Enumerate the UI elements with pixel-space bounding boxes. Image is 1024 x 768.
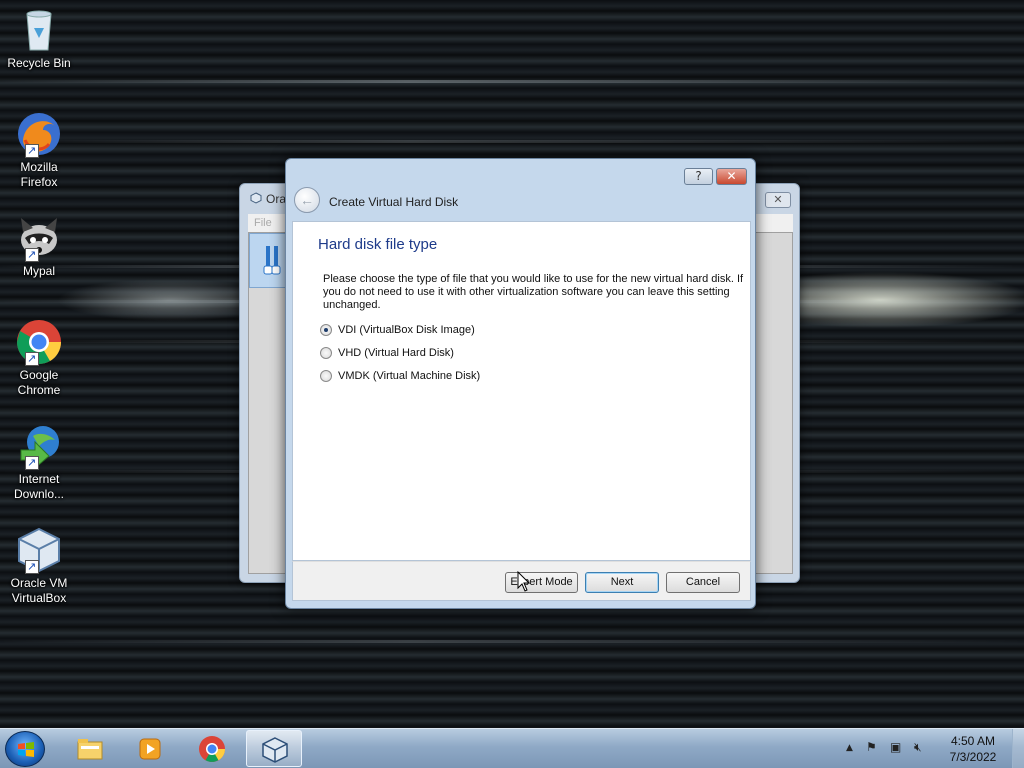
window-title: Ora (250, 192, 286, 206)
desktop-icon-label: Mypal (22, 264, 55, 278)
volume-muted-icon[interactable]: 🔇︎ (914, 740, 922, 755)
radio-vhd[interactable]: VHD (Virtual Hard Disk) (320, 346, 454, 360)
system-tray: ▲ ⚑ ▣ 🔇︎ 4:50 AM 7/3/2022 (840, 729, 1024, 768)
firefox-icon (15, 110, 63, 158)
recycle-bin-icon (15, 6, 63, 54)
taskbar-media-player[interactable] (122, 730, 178, 767)
radio-vmdk[interactable]: VMDK (Virtual Machine Disk) (320, 369, 480, 383)
windows-logo-icon (18, 742, 34, 757)
shortcut-arrow-icon (25, 143, 39, 158)
expert-mode-button[interactable]: Expert Mode (505, 572, 578, 593)
desktop-icon-recycle-bin[interactable]: Recycle Bin (4, 6, 74, 71)
dialog-title: Create Virtual Hard Disk (329, 195, 459, 209)
dialog-header: ← Create Virtual Hard Disk (292, 185, 751, 221)
page-heading: Hard disk file type (318, 236, 438, 253)
taskbar-virtualbox[interactable] (246, 730, 302, 767)
clock-time: 4:50 AM (950, 734, 996, 748)
radio-vdi[interactable]: VDI (VirtualBox Disk Image) (320, 323, 475, 337)
virtualbox-icon (15, 526, 63, 574)
description-text: Please choose the type of file that you … (323, 273, 744, 311)
media-player-icon (139, 738, 161, 760)
desktop-icon-label: Mozilla Firefox (20, 160, 58, 189)
desktop-icon-label: Recycle Bin (7, 56, 71, 70)
close-button[interactable]: ✕ (716, 168, 747, 185)
desktop-icon-label: Google Chrome (17, 368, 61, 397)
dialog-content: Hard disk file type Please choose the ty… (292, 221, 751, 561)
chrome-icon (15, 318, 63, 366)
create-virtual-hard-disk-dialog[interactable]: ? ✕ ← Create Virtual Hard Disk Hard disk… (285, 158, 756, 609)
radio-button-checked[interactable] (320, 324, 332, 337)
desktop-icon-label: Oracle VM VirtualBox (10, 576, 68, 605)
shortcut-arrow-icon (25, 247, 39, 262)
internet-download-manager-icon (15, 422, 63, 470)
desktop-icon-virtualbox[interactable]: Oracle VM VirtualBox (4, 526, 74, 606)
desktop-icon-internet-download-manager[interactable]: Internet Downlo... (4, 422, 74, 502)
radio-label: VHD (Virtual Hard Disk) (338, 347, 454, 359)
clock[interactable]: 4:50 AM 7/3/2022 (940, 733, 1006, 765)
shortcut-arrow-icon (25, 455, 39, 470)
action-center-flag-icon[interactable]: ⚑ (866, 740, 877, 754)
desktop-icon-mypal[interactable]: Mypal (4, 214, 74, 279)
radio-button[interactable] (320, 347, 332, 360)
close-button[interactable]: ✕ (765, 192, 791, 208)
taskbar: ▲ ⚑ ▣ 🔇︎ 4:50 AM 7/3/2022 (0, 728, 1024, 768)
virtualbox-icon (250, 192, 262, 204)
network-icon[interactable]: ▣ (890, 740, 901, 754)
radio-button[interactable] (320, 370, 332, 383)
desktop-icon-chrome[interactable]: Google Chrome (4, 318, 74, 398)
mypal-icon (15, 214, 63, 262)
shortcut-arrow-icon (25, 559, 39, 574)
show-desktop-button[interactable] (1012, 729, 1024, 768)
show-hidden-icons-icon[interactable]: ▲ (846, 743, 853, 753)
virtualbox-icon (262, 737, 288, 763)
shortcut-arrow-icon (25, 351, 39, 366)
radio-label: VMDK (Virtual Machine Disk) (338, 370, 481, 382)
desktop-icon-label: Internet Downlo... (13, 472, 65, 501)
back-arrow-icon[interactable]: ← (294, 187, 320, 213)
taskbar-chrome[interactable] (184, 730, 240, 767)
windows-explorer-icon (77, 739, 103, 760)
radio-label: VDI (VirtualBox Disk Image) (338, 324, 475, 336)
next-button[interactable]: Next (585, 572, 659, 593)
start-button[interactable] (5, 731, 45, 767)
clock-date: 7/3/2022 (949, 750, 997, 764)
taskbar-windows-explorer[interactable] (62, 730, 118, 767)
chrome-icon (199, 736, 226, 762)
desktop-icon-firefox[interactable]: Mozilla Firefox (4, 110, 74, 190)
cancel-button[interactable]: Cancel (666, 572, 740, 593)
help-button[interactable]: ? (684, 168, 713, 185)
